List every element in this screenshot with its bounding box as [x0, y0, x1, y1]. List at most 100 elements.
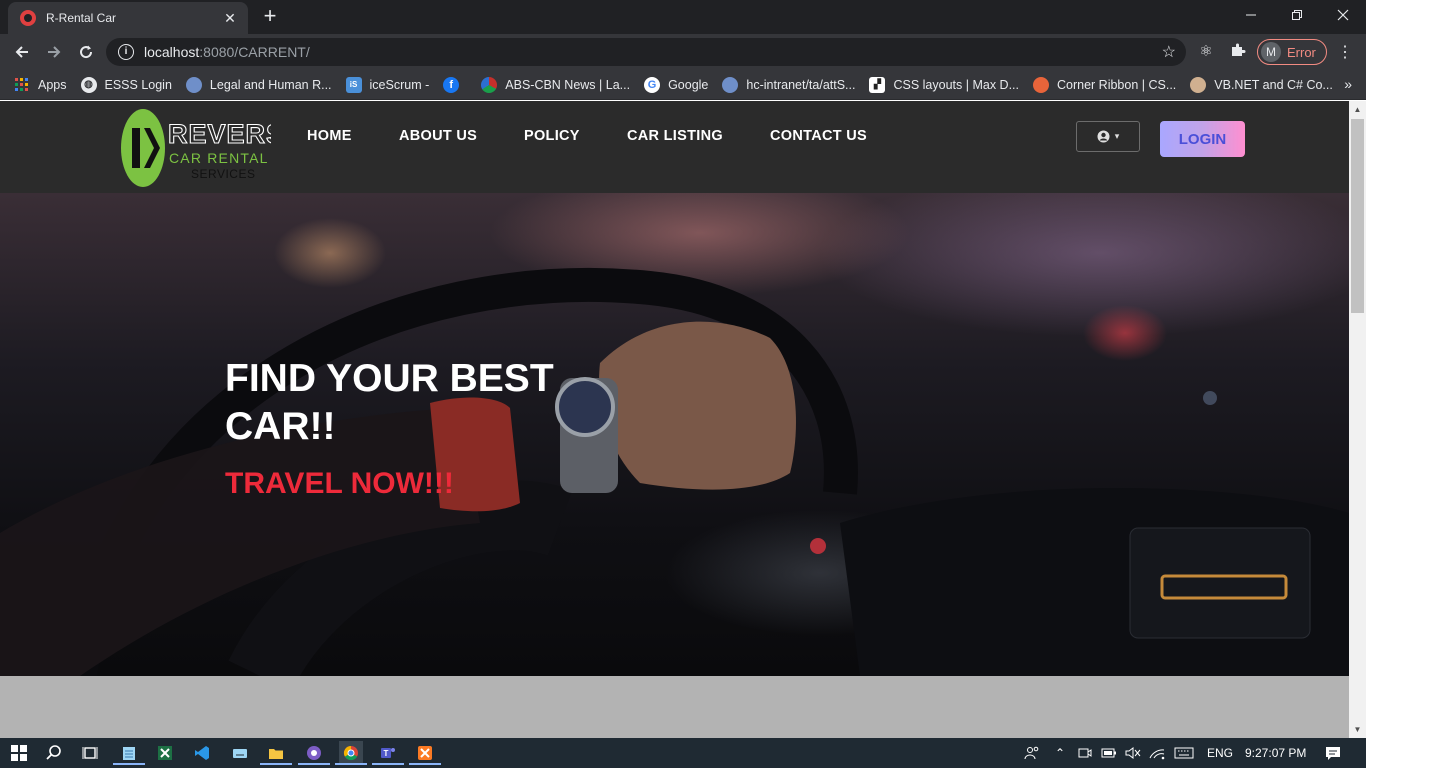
people-button[interactable] — [1020, 741, 1044, 765]
puzzle-icon — [1232, 43, 1246, 56]
people-icon — [1024, 746, 1039, 760]
nav-about-us[interactable]: ABOUT US — [399, 128, 477, 144]
user-circle-icon — [1097, 130, 1110, 143]
nav-contact-us[interactable]: CONTACT US — [770, 128, 867, 144]
profile-button[interactable]: M Error — [1257, 39, 1327, 65]
site-favicon-icon — [20, 10, 36, 26]
vb-icon — [1190, 76, 1207, 93]
bookmark-apps[interactable]: Apps — [14, 77, 67, 93]
nav-home[interactable]: HOME — [307, 128, 352, 144]
taskbar-vscode[interactable] — [190, 741, 214, 765]
nav-policy[interactable]: POLICY — [524, 128, 580, 144]
reload-icon — [80, 45, 93, 59]
scrollbar-thumb[interactable] — [1351, 119, 1364, 313]
taskbar-clock[interactable]: 9:27:07 PM — [1245, 746, 1306, 760]
taskbar-chrome[interactable] — [335, 741, 367, 765]
address-bar[interactable]: i localhost:8080/CARRENT/ ☆ — [106, 38, 1186, 66]
meet-now-icon[interactable] — [1073, 741, 1097, 765]
bookmark-esss-login[interactable]: ◍ ESSS Login — [80, 76, 172, 93]
bookmark-label: Apps — [38, 77, 67, 92]
bookmark-google[interactable]: G Google — [644, 76, 708, 93]
nav-car-listing[interactable]: CAR LISTING — [627, 128, 723, 144]
profile-error-label: Error — [1287, 44, 1316, 60]
bookmarks-overflow-icon[interactable]: » — [1344, 76, 1352, 92]
facebook-icon: f — [443, 76, 460, 93]
close-icon — [1337, 9, 1349, 21]
new-tab-button[interactable]: + — [258, 5, 282, 29]
forward-arrow-icon — [48, 46, 61, 58]
taskbar-viber[interactable] — [298, 741, 330, 765]
browser-tab[interactable]: R-Rental Car ✕ — [8, 2, 248, 34]
bookmark-legal-human[interactable]: Legal and Human R... — [185, 76, 332, 93]
start-button[interactable] — [7, 741, 31, 765]
action-center-button[interactable] — [1321, 741, 1345, 765]
bookmark-star-icon[interactable]: ☆ — [1162, 42, 1176, 62]
reload-button[interactable] — [72, 38, 100, 66]
hero-title: FIND YOUR BEST CAR!! — [225, 357, 554, 448]
site-info-icon[interactable]: i — [118, 44, 134, 60]
battery-icon[interactable] — [1097, 741, 1121, 765]
react-devtools-icon[interactable]: ⚛ — [1196, 42, 1216, 62]
bookmark-label: Corner Ribbon | CS... — [1057, 77, 1177, 92]
bookmark-icescrum[interactable]: iS iceScrum - — [345, 76, 429, 93]
site-navbar: REVERSE CAR RENTAL SERVICES HOME ABOUT U… — [0, 101, 1349, 193]
restore-icon — [1292, 10, 1302, 20]
taskbar-excel[interactable] — [153, 741, 177, 765]
active-indicator — [372, 763, 404, 765]
taskbar-teams[interactable]: T — [372, 741, 404, 765]
volume-muted-icon[interactable] — [1121, 741, 1145, 765]
search-icon — [46, 745, 61, 760]
bookmark-abscbn[interactable]: ABS-CBN News | La... — [481, 76, 630, 93]
bookmark-label: CSS layouts | Max D... — [893, 77, 1019, 92]
page-scrollbar[interactable]: ▲ ▼ — [1349, 101, 1366, 738]
task-view-button[interactable] — [78, 741, 102, 765]
bookmark-label: Legal and Human R... — [209, 77, 332, 92]
abscbn-icon — [481, 76, 498, 93]
active-indicator — [113, 763, 145, 765]
site-logo[interactable]: REVERSE CAR RENTAL SERVICES — [121, 108, 304, 188]
globe-icon: ◍ — [80, 76, 97, 93]
bookmark-css-layouts[interactable]: ▞ CSS layouts | Max D... — [869, 76, 1019, 93]
browser-window: R-Rental Car ✕ + i localhost:8080/CARREN… — [0, 0, 1366, 768]
minimize-button[interactable] — [1228, 0, 1274, 30]
search-button[interactable] — [42, 741, 66, 765]
tab-close-icon[interactable]: ✕ — [222, 10, 238, 27]
wifi-icon[interactable] — [1145, 741, 1169, 765]
seal-icon — [185, 76, 202, 93]
tray-overflow-icon[interactable]: ⌃ — [1048, 741, 1072, 765]
restore-button[interactable] — [1274, 0, 1320, 30]
bookmark-label: ESSS Login — [104, 77, 172, 92]
active-indicator — [409, 763, 441, 765]
extensions-puzzle-icon[interactable] — [1228, 42, 1248, 62]
viber-icon — [307, 746, 321, 760]
url-host: localhost — [144, 44, 200, 60]
input-language[interactable]: ENG — [1207, 746, 1233, 760]
taskbar-notepad[interactable] — [113, 741, 145, 765]
bookmark-hc-intranet[interactable]: hc-intranet/ta/attS... — [722, 76, 855, 93]
hero-background-image — [0, 268, 1349, 676]
minimize-icon — [1246, 14, 1256, 16]
taskbar-keyboard[interactable] — [228, 741, 252, 765]
windows-taskbar: T ⌃ ENG 9:27:07 PM — [0, 738, 1366, 768]
chrome-icon — [343, 745, 358, 761]
scroll-up-icon[interactable]: ▲ — [1349, 101, 1366, 118]
apps-grid-icon — [14, 77, 30, 93]
login-button[interactable]: LOGIN — [1160, 121, 1245, 157]
bookmark-facebook[interactable]: f — [443, 76, 467, 93]
bookmark-corner-ribbon[interactable]: Corner Ribbon | CS... — [1033, 76, 1177, 93]
browser-toolbar: i localhost:8080/CARRENT/ ☆ ⚛ M Error ⋮ — [0, 34, 1366, 70]
taskbar-file-explorer[interactable] — [260, 741, 292, 765]
svg-text:T: T — [384, 749, 389, 758]
taskbar-xampp[interactable] — [409, 741, 441, 765]
scroll-down-icon[interactable]: ▼ — [1349, 721, 1366, 738]
touch-keyboard-icon[interactable] — [1172, 741, 1196, 765]
forward-button[interactable] — [40, 38, 68, 66]
close-window-button[interactable] — [1320, 0, 1366, 30]
task-view-icon — [82, 747, 98, 759]
bookmark-vbnet[interactable]: VB.NET and C# Co... — [1190, 76, 1333, 93]
active-indicator — [335, 763, 367, 765]
browser-menu-icon[interactable]: ⋮ — [1335, 42, 1355, 62]
back-button[interactable] — [8, 38, 36, 66]
account-dropdown-button[interactable]: ▾ — [1076, 121, 1140, 152]
xampp-icon — [418, 746, 432, 760]
